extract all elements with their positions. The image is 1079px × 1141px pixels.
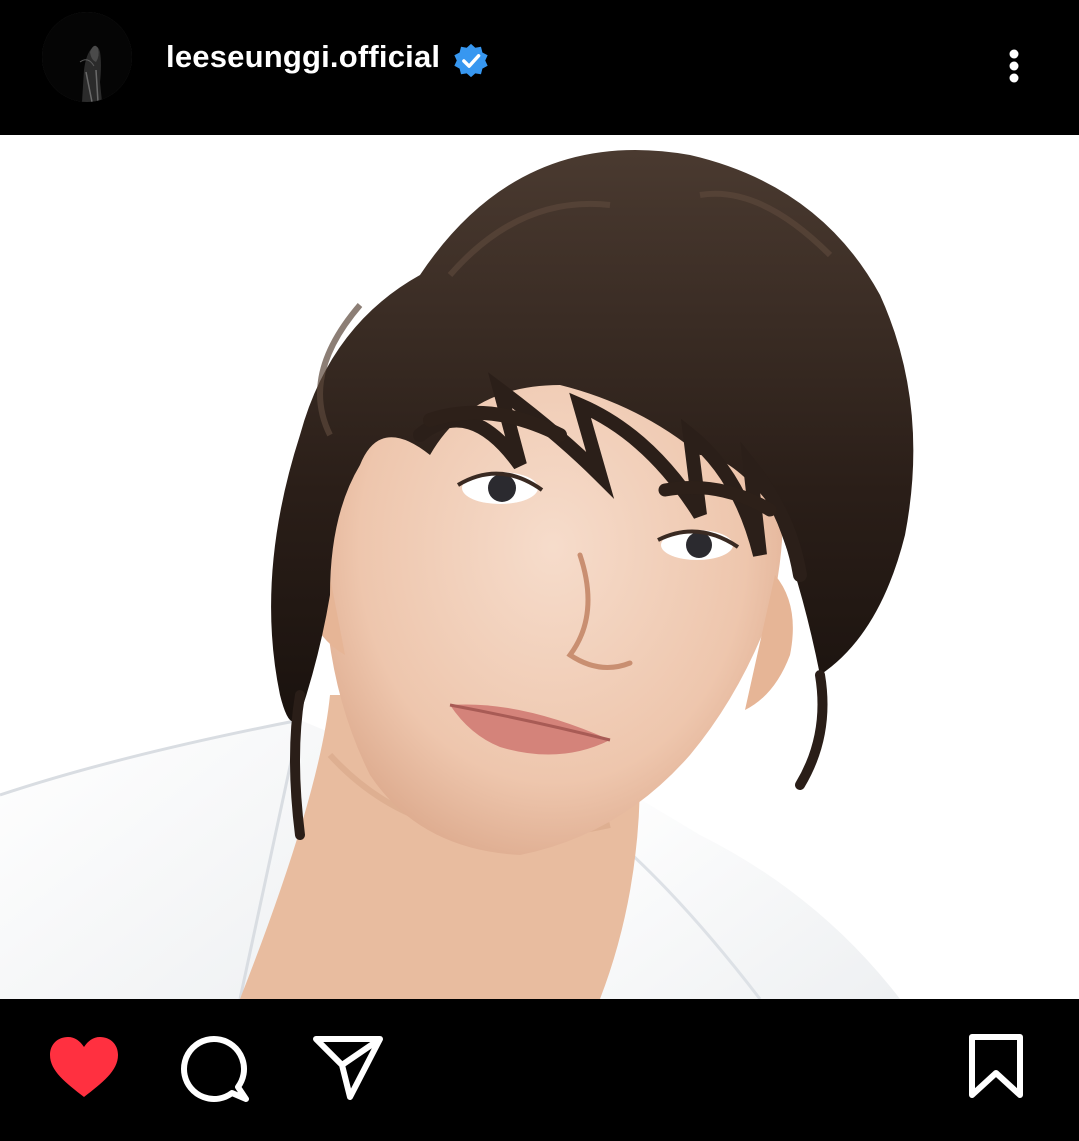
post-actions-bar	[0, 999, 1079, 1141]
username[interactable]: leeseunggi.official	[166, 39, 440, 75]
share-button[interactable]	[312, 1033, 384, 1101]
comment-button[interactable]	[180, 1031, 252, 1103]
heart-icon	[50, 1037, 118, 1097]
portrait-image	[0, 135, 1079, 999]
save-button[interactable]	[966, 1033, 1026, 1099]
comment-icon	[181, 1036, 249, 1102]
verified-badge-icon	[452, 42, 490, 80]
bookmark-icon	[969, 1034, 1023, 1098]
post-photo[interactable]	[0, 135, 1079, 999]
like-button[interactable]	[48, 1035, 120, 1101]
paper-plane-icon	[313, 1036, 383, 1100]
post-header: leeseunggi.official	[0, 0, 1079, 135]
avatar-image	[42, 12, 132, 102]
profile-avatar[interactable]	[42, 12, 132, 102]
more-options-icon[interactable]	[994, 44, 1034, 88]
